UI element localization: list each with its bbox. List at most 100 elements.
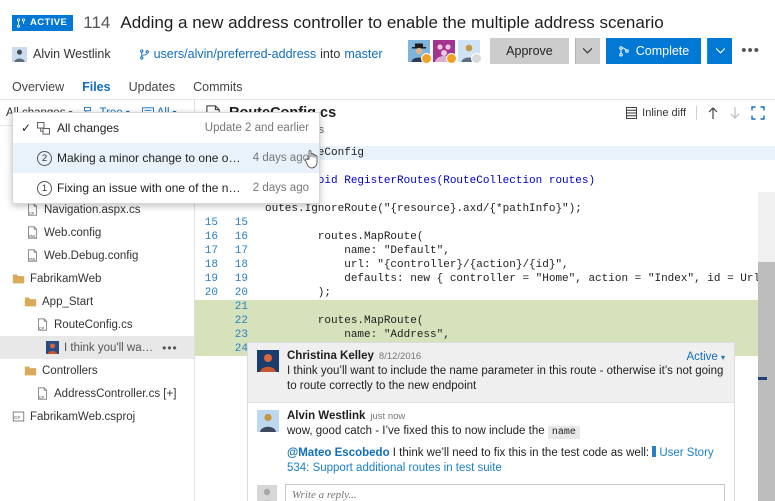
menu-item-meta: 4 days ago: [252, 152, 309, 164]
comment-body: Alvin Westlink just now wow, good catch …: [287, 410, 725, 476]
comment-text-line1: wow, good catch - I’ve fixed this to now…: [287, 424, 725, 440]
expand-icon: [751, 106, 765, 120]
line-number-new: 20: [234, 287, 248, 299]
line-number-new: 19: [234, 273, 248, 285]
folder-icon: [24, 366, 37, 376]
pull-request-icon: [16, 18, 26, 28]
code-line: outes.IgnoreRoute("{resource}.axd/{*path…: [195, 202, 775, 216]
comment-avatar-icon: [46, 341, 59, 354]
svg-text:C#: C#: [14, 415, 20, 420]
cs-file-icon: C#: [38, 318, 47, 331]
complete-button[interactable]: Complete: [605, 38, 702, 64]
tree-item-web-debug-config[interactable]: XML Web.Debug.config: [0, 244, 194, 267]
tree-item-label: FabrikamWeb.csproj: [30, 410, 136, 423]
cs-file-icon: C#: [28, 203, 37, 216]
line-number-old: [195, 342, 225, 356]
menu-item-update-1[interactable]: 1 Fixing an issue with one of the new … …: [13, 173, 319, 203]
tree-item-label: Web.config: [44, 226, 102, 239]
reply-input[interactable]: [285, 484, 725, 501]
thread-status-label: Active: [686, 351, 718, 363]
cs-file-icon: C#: [38, 387, 47, 400]
tree-item-comment-thread[interactable]: I think you'll wa… •••: [0, 336, 194, 359]
comment-header: Christina Kelley 8/12/2016: [287, 350, 725, 362]
comment-text-line2: @Mateo Escobedo I think we’ll need to fi…: [287, 446, 725, 476]
comment-header: Alvin Westlink just now: [287, 410, 725, 422]
code-text: );: [265, 287, 332, 299]
code-scrollbar[interactable]: [758, 192, 775, 501]
tree-item-controllers[interactable]: Controllers: [0, 359, 194, 382]
reviewer-avatar-1[interactable]: [408, 40, 433, 64]
code-text: defaults: new { controller = "Home", act…: [344, 273, 775, 285]
line-number-new: [225, 202, 255, 216]
menu-item-meta: Update 2 and earlier: [204, 122, 309, 134]
more-actions-button[interactable]: •••: [738, 43, 763, 58]
tab-updates[interactable]: Updates: [129, 80, 176, 94]
comment-text-after: I think we’ll need to fix this in the te…: [392, 447, 650, 459]
pr-title-row: ACTIVE 114 Adding a new address controll…: [12, 10, 763, 36]
tree-item-fabrikamweb[interactable]: FabrikamWeb: [0, 267, 194, 290]
line-number-old: 16: [204, 231, 218, 243]
avatar: [257, 484, 277, 501]
avatar: [12, 46, 27, 62]
comment-text-before: wow, good catch - I’ve fixed this to now…: [287, 425, 545, 437]
tree-item-app-start[interactable]: App_Start: [0, 290, 194, 313]
comment-item: Christina Kelley 8/12/2016 I think you’l…: [248, 343, 734, 403]
diff-icon: [37, 121, 57, 135]
folder-icon: [12, 274, 25, 284]
waiting-badge: [471, 53, 483, 64]
tree-item-label: I think you'll wa…: [64, 341, 154, 354]
tree-item-web-config[interactable]: XML Web.config: [0, 221, 194, 244]
code-text: routes.MapRoute(: [265, 231, 424, 243]
chevron-down-icon: [583, 48, 593, 54]
tree-item-more-button[interactable]: •••: [162, 342, 178, 354]
comment-body: Christina Kelley 8/12/2016 I think you’l…: [287, 350, 725, 394]
menu-item-update-2[interactable]: 2 Making a minor change to one of t… 4 d…: [13, 143, 319, 173]
pr-tabs: Overview Files Updates Commits: [12, 74, 763, 99]
approve-dropdown-button[interactable]: [574, 38, 600, 64]
approve-button[interactable]: Approve: [490, 38, 569, 64]
branch-info: users/alvin/preferred-address into maste…: [139, 47, 383, 61]
changes-filter-menu: ✓ All changes Update 2 and earlier 2 Mak…: [12, 112, 320, 204]
inline-diff-icon: [626, 107, 638, 119]
pending-badge: [446, 53, 458, 64]
complete-button-label: Complete: [635, 44, 690, 58]
avatar: [257, 410, 279, 432]
menu-item-all-changes[interactable]: ✓ All changes Update 2 and earlier: [13, 113, 319, 143]
line-number-new: 15: [234, 217, 248, 229]
reply-row: [248, 484, 734, 501]
tree-item-label: Controllers: [42, 364, 98, 377]
tree-item-label: Web.Debug.config: [44, 249, 139, 262]
inline-diff-label: Inline diff: [642, 107, 686, 119]
tab-commits[interactable]: Commits: [193, 80, 242, 94]
target-branch-link[interactable]: master: [344, 47, 382, 61]
source-branch-link[interactable]: users/alvin/preferred-address: [154, 47, 317, 61]
thread-status-dropdown[interactable]: Active ▾: [686, 351, 725, 363]
line-number-old: 20: [204, 287, 218, 299]
fullscreen-button[interactable]: [751, 106, 765, 120]
tab-overview[interactable]: Overview: [12, 80, 64, 94]
check-icon: ✓: [21, 121, 32, 135]
arrow-up-icon: [708, 107, 718, 119]
tab-files[interactable]: Files: [82, 80, 111, 94]
inline-diff-toggle[interactable]: Inline diff: [626, 107, 686, 119]
tree-item-addresscontroller-cs[interactable]: C# AddressController.cs [+]: [0, 382, 194, 405]
toolbar-divider: [696, 106, 697, 120]
tree-item-fabrikamweb-csproj[interactable]: C# FabrikamWeb.csproj: [0, 405, 194, 428]
code-text: url: "{controller}/{action}/{id}",: [265, 259, 569, 271]
folder-icon: [24, 297, 37, 307]
next-change-button[interactable]: [729, 106, 741, 120]
mention-link[interactable]: @Mateo Escobedo: [287, 447, 390, 459]
comment-timestamp: just now: [370, 411, 406, 422]
reviewer-avatar-2[interactable]: [433, 40, 458, 64]
scrollbar-thumb[interactable]: [758, 262, 775, 501]
code-text: routes.MapRoute(: [265, 315, 424, 327]
previous-change-button[interactable]: [707, 106, 719, 120]
complete-dropdown-button[interactable]: [707, 38, 733, 64]
arrow-down-icon: [730, 107, 740, 119]
tree-item-routeconfig-cs[interactable]: C# RouteConfig.cs: [0, 313, 194, 336]
line-number-old: [195, 300, 225, 314]
line-number-old: 19: [204, 273, 218, 285]
reviewer-avatar-3[interactable]: [458, 40, 483, 64]
line-number-old: [195, 314, 225, 328]
